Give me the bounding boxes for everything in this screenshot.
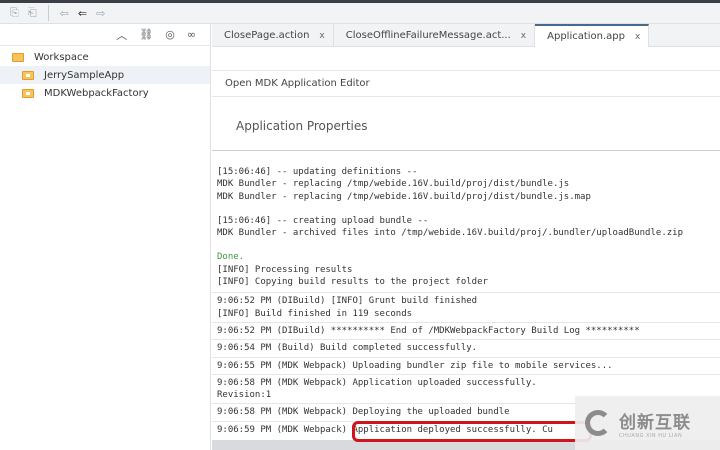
tab-label: Application.app — [547, 31, 626, 42]
log-line: MDK Bundler - replacing /tmp/webide.16V.… — [217, 191, 591, 202]
watermark-subtext: CHUANG XIN HU LIAN — [619, 432, 683, 439]
log-line-done: Done. — [217, 252, 245, 263]
console-log: [15:06:46] -- updating definitions -- MD… — [212, 150, 720, 438]
tree-item-workspace[interactable]: Workspace — [0, 48, 210, 66]
watermark-logo-icon — [585, 410, 611, 436]
close-icon[interactable]: x — [319, 31, 324, 41]
log-line: 9:06:55 PM (MDK Webpack) Uploading bundl… — [217, 360, 613, 371]
log-line: [INFO] Build finished in 119 seconds — [217, 308, 413, 319]
highlight-box — [352, 421, 592, 442]
binoculars-icon[interactable]: ∞ — [187, 28, 196, 41]
log-entry: 9:06:52 PM (DIBuild) ********** End of /… — [212, 321, 720, 339]
log-line: [15:06:46] -- updating definitions -- — [217, 167, 418, 177]
tree-item-label: JerrySampleApp — [44, 69, 125, 81]
log-line: 9:06:54 PM (Build) Build completed succe… — [217, 343, 478, 354]
log-line: 9:06:52 PM (DIBuild) [INFO] Grunt build … — [217, 296, 478, 307]
workspace-panel: ︿ ⛓ ◎ ∞ Workspace JerrySampleApp MDKWebp… — [0, 24, 211, 450]
toolbar: ⎘ ⎗ ⇦ ⇐ ⇨ — [0, 3, 720, 24]
log-line: [INFO] Copying build results to the proj… — [217, 277, 488, 288]
log-line: [INFO] Processing results — [217, 264, 353, 275]
log-entry: 9:06:54 PM (Build) Build completed succe… — [212, 339, 720, 356]
log-line: MDK Bundler - archived files into /tmp/w… — [217, 228, 683, 239]
tab-label: CloseOfflineFailureMessage.act... — [345, 30, 511, 41]
log-line: MDK Bundler - replacing /tmp/webide.16V.… — [217, 179, 570, 190]
editor-blank-row — [212, 47, 720, 71]
collapse-icon[interactable]: ︿ — [116, 27, 127, 43]
log-entry: 9:06:55 PM (MDK Webpack) Uploading bundl… — [212, 356, 720, 374]
log-line: [15:06:46] -- creating upload bundle -- — [217, 215, 429, 226]
tree-item-jerrysampleapp[interactable]: JerrySampleApp — [0, 66, 210, 84]
link-icon[interactable]: ⛓ — [139, 28, 153, 41]
section-title: Application Properties — [236, 119, 368, 133]
project-folder-icon — [22, 70, 34, 80]
tree-item-label: Workspace — [34, 51, 89, 63]
watermark-text: 创新互联 — [619, 412, 691, 433]
prev-icon[interactable]: ⇐ — [78, 7, 87, 20]
tab-application-app[interactable]: Application.app x — [535, 24, 650, 47]
import-icon[interactable]: ⎘ — [10, 6, 19, 20]
hide-icon[interactable]: ◎ — [165, 28, 175, 41]
open-mdk-editor-link[interactable]: Open MDK Application Editor — [212, 71, 720, 97]
panel-header: ︿ ⛓ ◎ ∞ — [0, 24, 210, 46]
tab-closeofflinefailuremessage[interactable]: CloseOfflineFailureMessage.act... x — [334, 24, 536, 47]
log-entry: 9:06:52 PM (DIBuild) [INFO] Grunt build … — [212, 292, 720, 322]
tab-label: ClosePage.action — [224, 30, 310, 41]
editor-tabs: ClosePage.action x CloseOfflineFailureMes… — [212, 24, 720, 47]
log-line: 9:06:52 PM (DIBuild) ********** End of /… — [217, 325, 640, 336]
tree-item-mdkwebpackfactory[interactable]: MDKWebpackFactory — [0, 84, 210, 102]
tree-item-label: MDKWebpackFactory — [44, 87, 149, 99]
toolbar-divider — [47, 5, 49, 21]
folder-open-icon — [12, 52, 24, 62]
close-icon[interactable]: x — [635, 32, 640, 42]
back-icon[interactable]: ⇦ — [60, 7, 69, 20]
next-icon[interactable]: ⇨ — [96, 7, 105, 20]
export-icon[interactable]: ⎗ — [28, 6, 37, 20]
project-folder-icon — [22, 88, 34, 98]
watermark: 创新互联 CHUANG XIN HU LIAN — [575, 396, 720, 450]
log-line: 9:06:58 PM (MDK Webpack) Application upl… — [217, 377, 537, 388]
tab-closepage[interactable]: ClosePage.action x — [212, 24, 334, 47]
close-icon[interactable]: x — [521, 31, 526, 41]
